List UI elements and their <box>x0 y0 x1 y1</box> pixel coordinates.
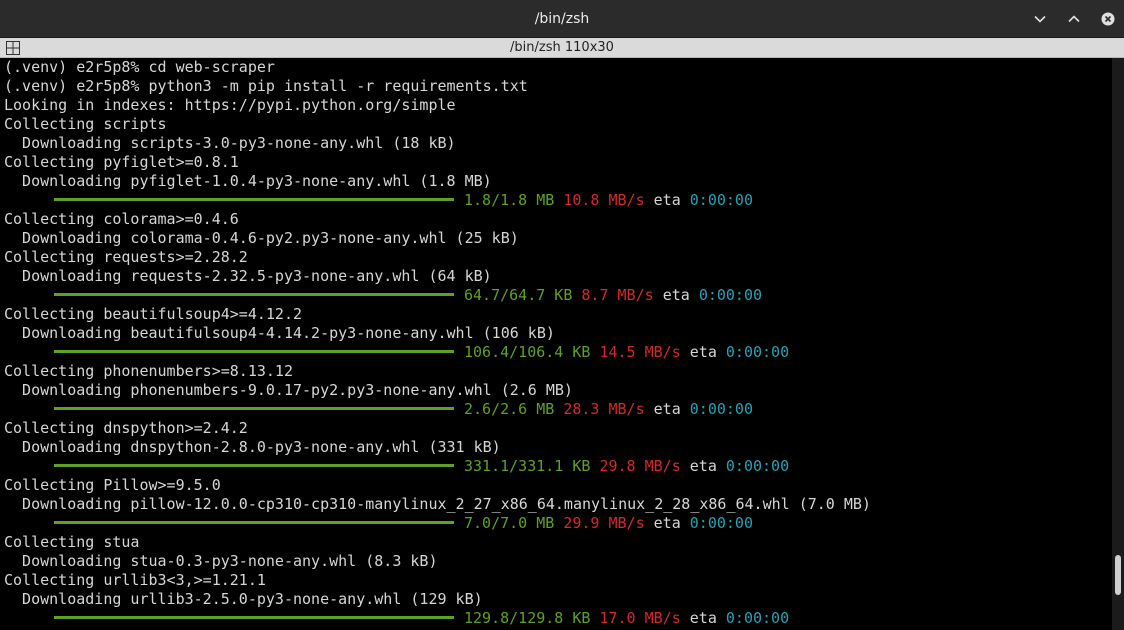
progress-eta-label: eta <box>689 609 717 627</box>
terminal-line: Collecting scripts <box>4 115 167 133</box>
progress-amount: 2.6/2.6 MB <box>464 400 555 418</box>
progress-eta-label: eta <box>653 191 681 209</box>
progress-eta: 0:00:00 <box>725 343 790 361</box>
terminal-line: (.venv) e2r5p8% cd web-scraper <box>4 58 275 76</box>
progress-amount: 129.8/129.8 KB <box>464 609 591 627</box>
progress-speed: 29.8 MB/s <box>599 457 681 475</box>
progress-bar <box>54 198 454 201</box>
progress-eta: 0:00:00 <box>689 514 753 532</box>
terminal-line: Collecting beautifulsoup4>=4.12.2 <box>4 305 303 323</box>
progress-speed: 10.8 MB/s <box>563 191 645 209</box>
terminal-output[interactable]: (.venv) e2r5p8% cd web-scraper (.venv) e… <box>0 58 1112 630</box>
progress-info: 7.0/7.0 MB 29.9 MB/s eta 0:00:00 <box>464 514 753 533</box>
progress-amount: 331.1/331.1 KB <box>464 457 591 475</box>
progress-info: 1.8/1.8 MB 10.8 MB/s eta 0:00:00 <box>464 191 753 210</box>
progress-info: 106.4/106.4 KB 14.5 MB/s eta 0:00:00 <box>464 343 789 362</box>
progress-eta-label: eta <box>653 514 681 532</box>
progress-amount: 7.0/7.0 MB <box>464 514 555 532</box>
window-title: /bin/zsh <box>534 11 590 27</box>
progress-info: 64.7/64.7 KB 8.7 MB/s eta 0:00:00 <box>464 286 762 305</box>
terminal-line: Downloading dnspython-2.8.0-py3-none-any… <box>4 438 501 456</box>
progress-info: 129.8/129.8 KB 17.0 MB/s eta 0:00:00 <box>464 609 789 628</box>
close-icon[interactable] <box>1097 8 1119 30</box>
terminal-line: Collecting colorama>=0.4.6 <box>4 210 239 228</box>
progress-bar <box>54 521 454 524</box>
terminal-line: Downloading urllib3-2.5.0-py3-none-any.w… <box>4 590 483 608</box>
terminal-line: Downloading beautifulsoup4-4.14.2-py3-no… <box>4 324 555 342</box>
terminal-line: Downloading colorama-0.4.6-py2.py3-none-… <box>4 229 519 247</box>
progress-amount: 64.7/64.7 KB <box>464 286 573 304</box>
terminal-line: Downloading pillow-12.0.0-cp310-cp310-ma… <box>4 495 871 513</box>
chevron-up-icon[interactable] <box>1063 8 1085 30</box>
progress-bar <box>54 350 454 353</box>
progress-speed: 14.5 MB/s <box>599 343 681 361</box>
terminal-line: Collecting urllib3<3,>=1.21.1 <box>4 571 266 589</box>
progress-speed: 29.9 MB/s <box>563 514 645 532</box>
scrollbar-thumb[interactable] <box>1115 555 1121 595</box>
terminal-line: (.venv) e2r5p8% python3 -m pip install -… <box>4 77 528 95</box>
tab-terminal-session[interactable]: /bin/zsh 110x30 <box>0 38 1124 58</box>
progress-eta-label: eta <box>653 400 681 418</box>
terminal-line: Looking in indexes: https://pypi.python.… <box>4 96 456 114</box>
progress-eta-label: eta <box>689 457 717 475</box>
terminal-line: Downloading pyfiglet-1.0.4-py3-none-any.… <box>4 172 492 190</box>
terminal-line: Downloading stua-0.3-py3-none-any.whl (8… <box>4 552 438 570</box>
progress-info: 331.1/331.1 KB 29.8 MB/s eta 0:00:00 <box>464 457 789 476</box>
progress-info: 2.6/2.6 MB 28.3 MB/s eta 0:00:00 <box>464 400 753 419</box>
progress-eta: 0:00:00 <box>725 457 790 475</box>
progress-speed: 17.0 MB/s <box>599 609 681 627</box>
scrollbar[interactable] <box>1112 58 1124 630</box>
progress-eta-label: eta <box>662 286 690 304</box>
progress-bar <box>54 464 454 467</box>
progress-bar <box>54 616 454 619</box>
progress-amount: 106.4/106.4 KB <box>464 343 591 361</box>
progress-speed: 28.3 MB/s <box>563 400 645 418</box>
terminal-line: Downloading scripts-3.0-py3-none-any.whl… <box>4 134 456 152</box>
progress-eta: 0:00:00 <box>689 191 753 209</box>
chevron-down-icon[interactable] <box>1029 8 1051 30</box>
progress-amount: 1.8/1.8 MB <box>464 191 555 209</box>
progress-eta: 0:00:00 <box>725 609 790 627</box>
progress-speed: 8.7 MB/s <box>581 286 654 304</box>
terminal-line: Collecting pyfiglet>=0.8.1 <box>4 153 239 171</box>
terminal-line: Collecting stua <box>4 533 140 551</box>
terminal-line: Collecting phonenumbers>=8.13.12 <box>4 362 293 380</box>
terminal-line: Downloading phonenumbers-9.0.17-py2.py3-… <box>4 381 573 399</box>
progress-eta: 0:00:00 <box>689 400 753 418</box>
tab-bar: /bin/zsh 110x30 <box>0 38 1124 58</box>
progress-eta-label: eta <box>689 343 717 361</box>
terminal-line: Collecting dnspython>=2.4.2 <box>4 419 248 437</box>
window-titlebar[interactable]: /bin/zsh <box>0 0 1124 38</box>
progress-bar <box>54 407 454 410</box>
progress-bar <box>54 293 454 296</box>
progress-eta: 0:00:00 <box>698 286 763 304</box>
terminal-line: Downloading requests-2.32.5-py3-none-any… <box>4 267 492 285</box>
terminal-line: Collecting Pillow>=9.5.0 <box>4 476 221 494</box>
terminal-line: Collecting requests>=2.28.2 <box>4 248 248 266</box>
